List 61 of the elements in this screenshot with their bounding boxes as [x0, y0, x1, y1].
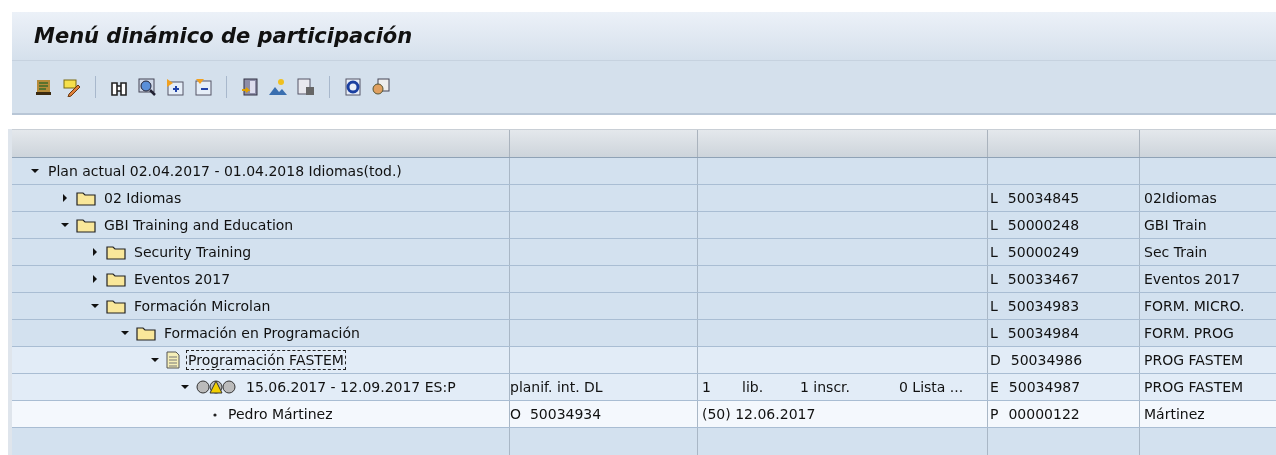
folder-icon [106, 298, 126, 314]
table-cell: PROG FASTEM [1144, 379, 1244, 395]
collapse-arrow-icon[interactable] [60, 220, 70, 230]
expand-arrow-icon[interactable] [90, 274, 100, 284]
participant-name[interactable]: Pedro Mártinez [226, 404, 335, 424]
collapse-arrow-icon[interactable] [30, 166, 40, 176]
object-id: 00000122 [1008, 406, 1080, 422]
table-cell: Eventos 2017 [1144, 271, 1241, 287]
document-icon [166, 351, 180, 369]
tree-node[interactable]: Formación Microlan [132, 296, 273, 316]
collapse-arrow-icon[interactable] [180, 382, 190, 392]
expand-arrow-icon[interactable] [60, 193, 70, 203]
object-type: P [990, 406, 999, 422]
table-cell: 0 Lista ... [899, 379, 964, 395]
folder-icon [136, 325, 156, 341]
tree-node[interactable]: GBI Training and Education [102, 215, 296, 235]
status-lights-icon [196, 379, 238, 395]
object-type: L [990, 217, 998, 233]
object-type: D [990, 352, 1001, 368]
collapse-arrow-icon[interactable] [150, 355, 160, 365]
table-cell: planif. int. DL [510, 379, 603, 395]
table-cell: Mártinez [1144, 406, 1205, 422]
object-type: L [990, 190, 998, 206]
object-type: E [990, 379, 999, 395]
table-cell: Sec Train [1144, 244, 1208, 260]
table-cell: FORM. PROG [1144, 325, 1234, 341]
table-cell: GBI Train [1144, 217, 1207, 233]
tree-node[interactable]: Formación en Programación [162, 323, 362, 343]
tree-node[interactable]: Programación FASTEM [186, 350, 346, 370]
object-id: 50034987 [1008, 379, 1081, 395]
object-id: 50034986 [1010, 352, 1083, 368]
object-type: L [990, 244, 998, 260]
folder-icon [76, 217, 96, 233]
object-id: 50034983 [1007, 298, 1080, 314]
table-cell: (50) 12.06.2017 [702, 406, 816, 422]
table-cell: O 50034934 [510, 406, 602, 422]
object-type: L [990, 325, 998, 341]
table-cell: lib. [742, 379, 764, 395]
table-cell: 1 inscr. [800, 379, 851, 395]
object-id: 50034984 [1007, 325, 1080, 341]
object-id: 50034845 [1007, 190, 1080, 206]
collapse-arrow-icon[interactable] [120, 328, 130, 338]
tree-node[interactable]: 02 Idiomas [102, 188, 184, 208]
folder-icon [106, 271, 126, 287]
window-title: Menú dinámico de participación [34, 24, 413, 48]
object-type: L [990, 271, 998, 287]
folder-icon [106, 244, 126, 260]
object-type: L [990, 298, 998, 314]
table-cell: PROG FASTEM [1144, 352, 1244, 368]
expand-arrow-icon[interactable] [90, 247, 100, 257]
tree-node[interactable]: Eventos 2017 [132, 269, 233, 289]
collapse-arrow-icon[interactable] [90, 301, 100, 311]
table-cell: FORM. MICRO. [1144, 298, 1245, 314]
table-cell: 02Idiomas [1144, 190, 1217, 206]
table-cell: 1 [702, 379, 711, 395]
object-id: 50033467 [1007, 271, 1080, 287]
folder-icon [76, 190, 96, 206]
tree-node[interactable]: 15.06.2017 - 12.09.2017 ES:P [244, 377, 458, 397]
object-id: 50000249 [1007, 244, 1080, 260]
object-id: 50000248 [1007, 217, 1080, 233]
tree-node[interactable]: Security Training [132, 242, 254, 262]
